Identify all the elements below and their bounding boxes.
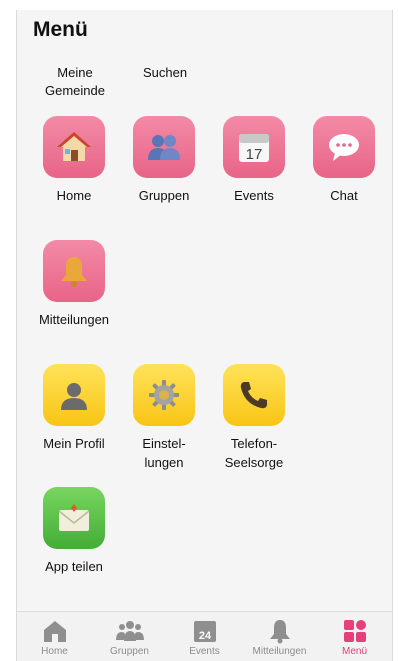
tile-groups[interactable]: Gruppen: [119, 116, 209, 205]
tile-phone-counseling[interactable]: Telefon- Seelsorge: [209, 364, 299, 472]
tab-menu[interactable]: Menü: [317, 618, 392, 657]
tile-settings-label: Einstel- lungen: [142, 436, 186, 470]
search-link[interactable]: Suchen: [127, 64, 203, 82]
calendar-day: 17: [246, 146, 263, 163]
tile-share-app-label: App teilen: [45, 559, 103, 574]
tab-bar: Home Gruppen 24 Events Mitteilungen Menü: [17, 611, 392, 661]
page-title: Menü: [33, 18, 88, 41]
my-community-label: Meine Gemeinde: [45, 65, 105, 98]
speech-bubble-icon: [313, 116, 375, 178]
tab-events-label: Events: [189, 646, 220, 657]
tile-my-profile[interactable]: Mein Profil: [29, 364, 119, 453]
tile-home[interactable]: Home: [29, 116, 119, 205]
tile-notifications-label: Mitteilungen: [38, 312, 110, 327]
tab-calendar-day: 24: [198, 630, 211, 642]
tab-home-label: Home: [41, 646, 68, 657]
tile-my-profile-label: Mein Profil: [43, 436, 105, 451]
calendar-icon: 24: [167, 618, 242, 644]
bell-icon: [242, 618, 317, 644]
tab-notifications[interactable]: Mitteilungen: [242, 618, 317, 657]
envelope-icon: [43, 487, 105, 549]
tab-events[interactable]: 24 Events: [167, 618, 242, 657]
tab-notifications-label: Mitteilungen: [252, 646, 307, 657]
app-screen: Menü Meine Gemeinde Suchen Home Gruppen …: [16, 10, 393, 661]
tab-home[interactable]: Home: [17, 618, 92, 657]
tile-groups-label: Gruppen: [138, 188, 190, 203]
tile-events[interactable]: 17 Events: [209, 116, 299, 205]
tile-share-app[interactable]: App teilen: [29, 487, 119, 576]
tile-chat-label: Chat: [330, 188, 358, 203]
grid-icon: [317, 618, 392, 644]
tile-home-label: Home: [56, 188, 92, 203]
tile-notifications[interactable]: Mitteilungen: [29, 240, 119, 329]
bell-icon: [43, 240, 105, 302]
tile-chat[interactable]: Chat: [299, 116, 389, 205]
people-icon: [92, 618, 167, 644]
phone-icon: [223, 364, 285, 426]
person-icon: [43, 364, 105, 426]
gear-icon: [133, 364, 195, 426]
tile-settings[interactable]: Einstel- lungen: [119, 364, 209, 472]
calendar-icon: 17: [223, 116, 285, 178]
tab-groups-label: Gruppen: [110, 646, 149, 657]
search-label: Suchen: [142, 65, 188, 80]
my-community-link[interactable]: Meine Gemeinde: [37, 64, 113, 100]
tab-menu-label: Menü: [341, 646, 367, 657]
people-icon: [133, 116, 195, 178]
house-icon: [17, 618, 92, 644]
tile-phone-counseling-label: Telefon- Seelsorge: [224, 436, 284, 470]
tab-groups[interactable]: Gruppen: [92, 618, 167, 657]
tile-events-label: Events: [234, 188, 274, 203]
house-icon: [43, 116, 105, 178]
